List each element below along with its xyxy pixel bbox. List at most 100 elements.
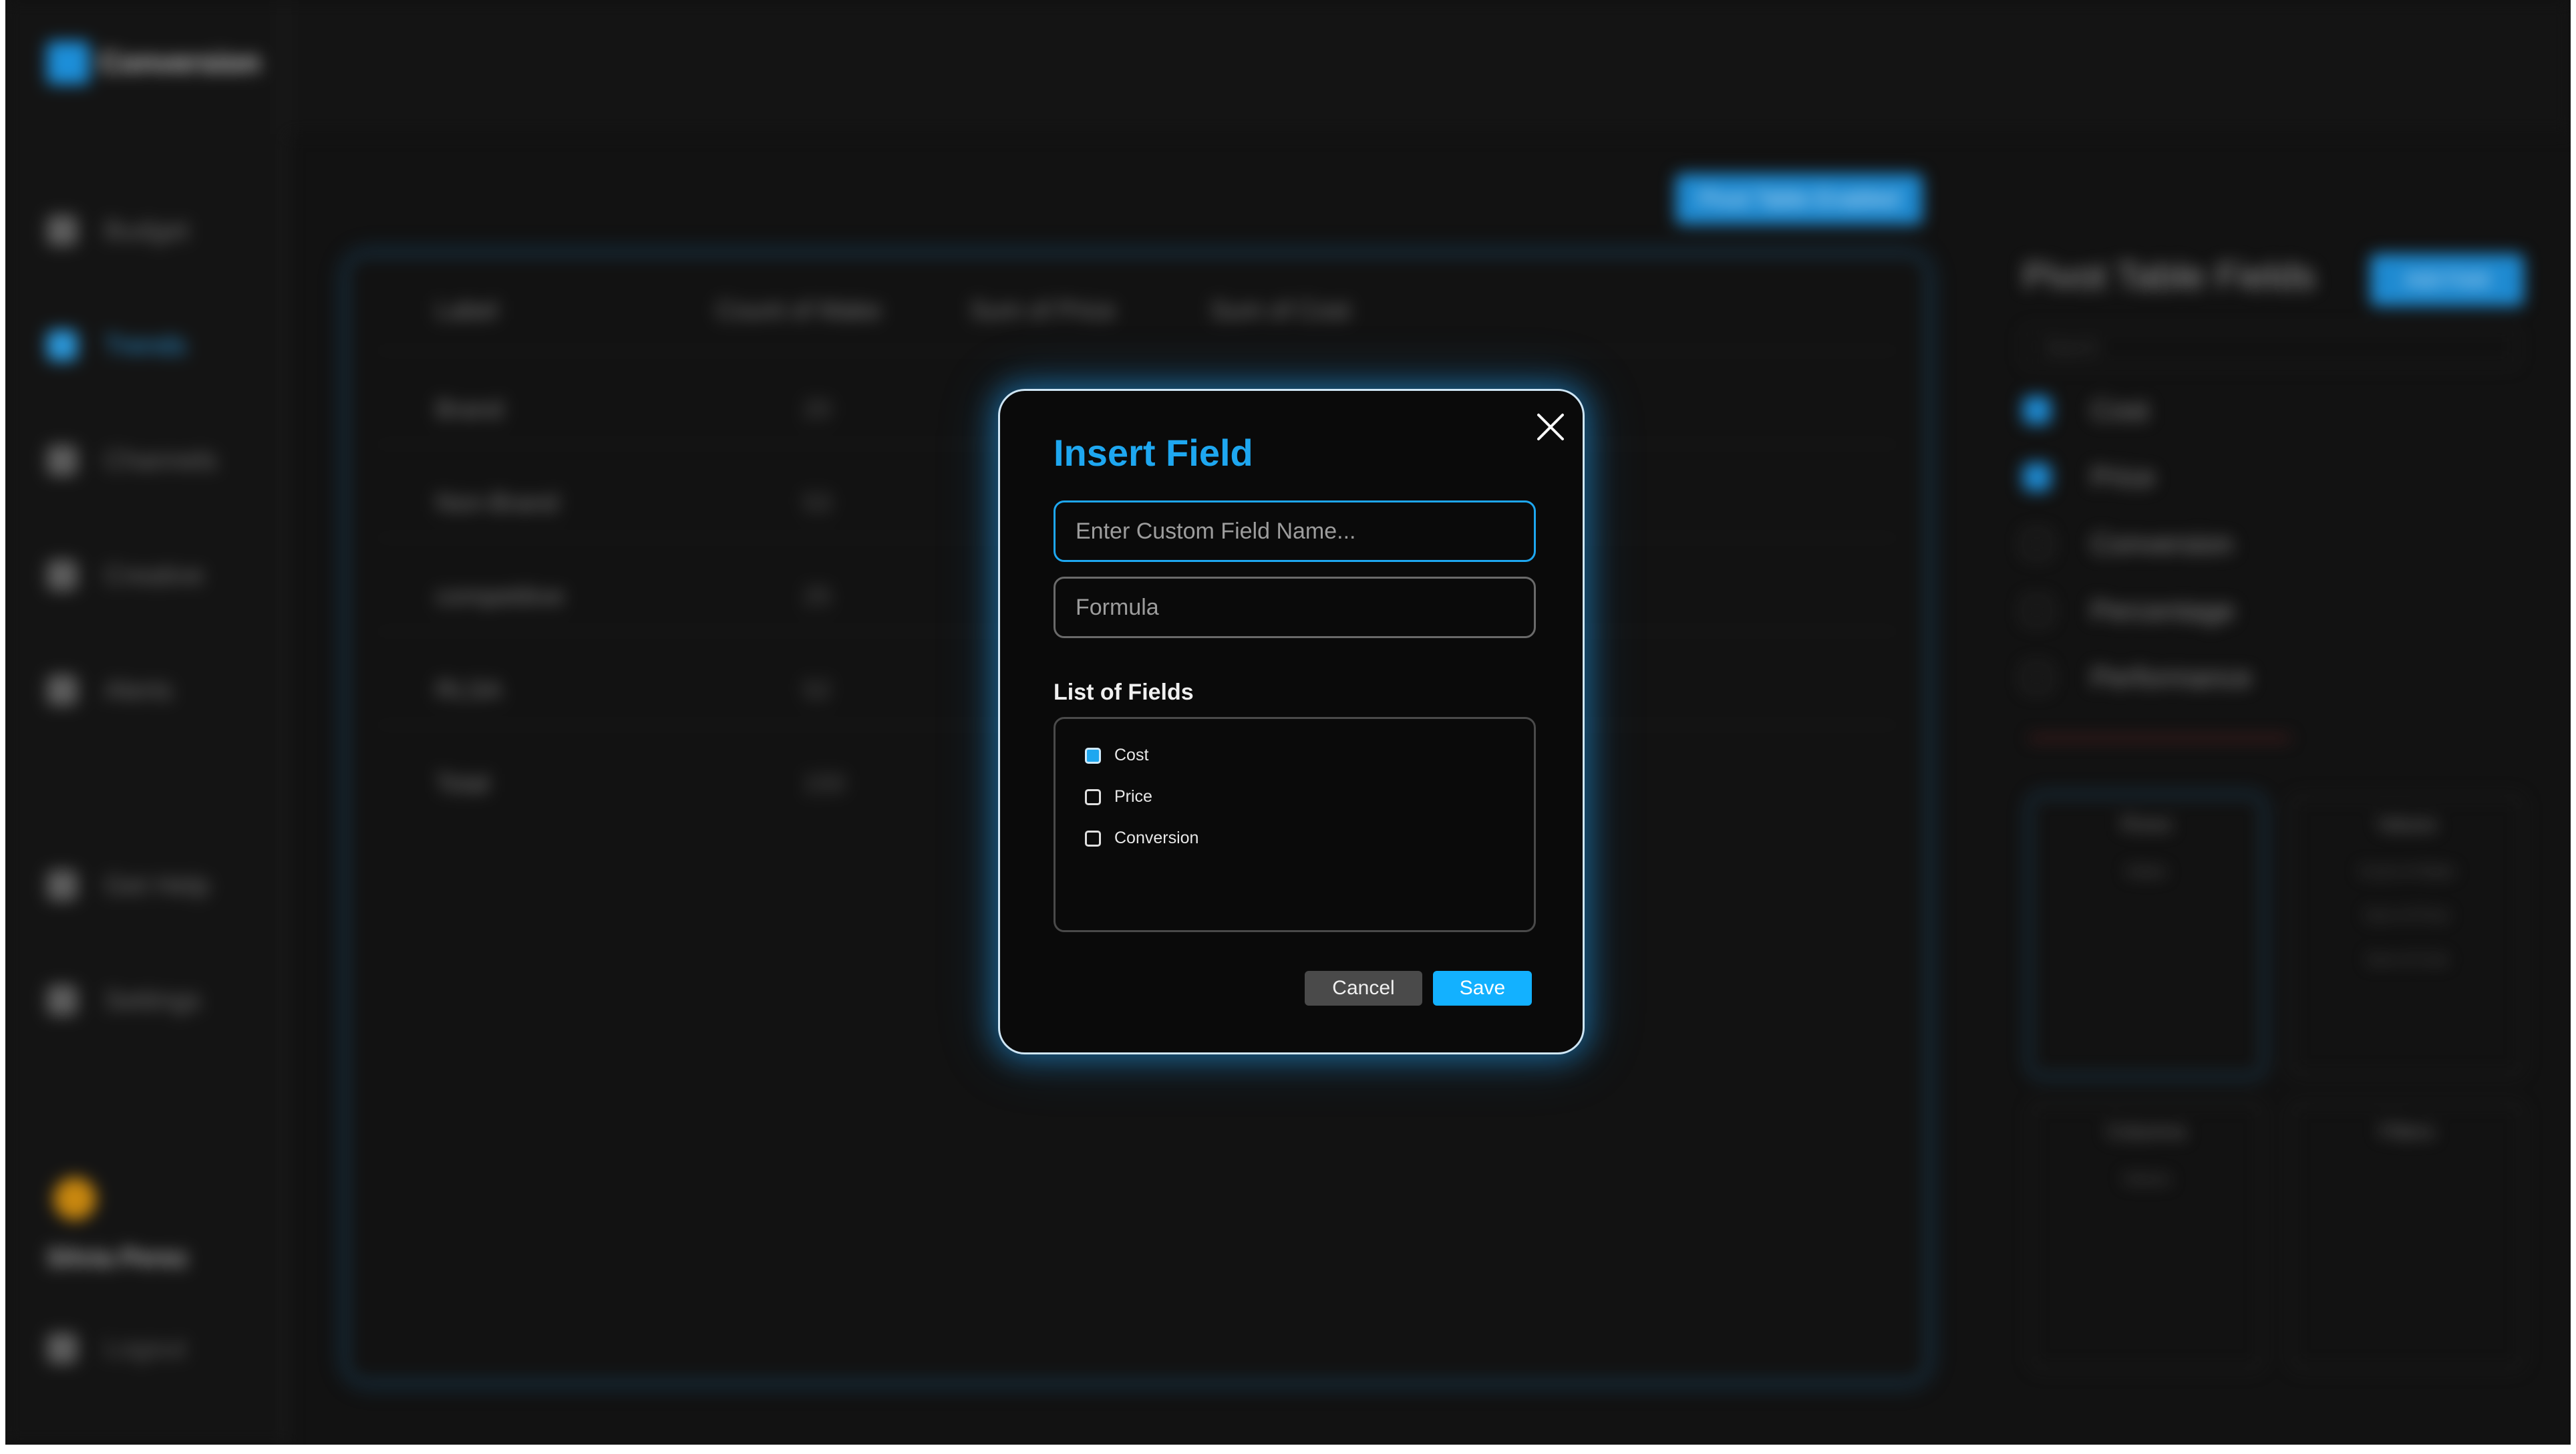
table-cell: 20 bbox=[803, 396, 832, 424]
checkbox[interactable] bbox=[1085, 788, 1101, 805]
sidebar-item-channels[interactable]: Channels bbox=[47, 445, 217, 476]
divider bbox=[2030, 736, 2290, 740]
zone-item[interactable]: Count of Make bbox=[2292, 863, 2522, 880]
pivot-search-input[interactable]: Search bbox=[2023, 327, 2517, 366]
sidebar-item-label: Channels bbox=[104, 445, 218, 475]
save-button[interactable]: Save bbox=[1433, 971, 1532, 1006]
list-item-cost[interactable]: Cost bbox=[1085, 746, 1148, 765]
sidebar-item-budget[interactable]: Budget bbox=[47, 215, 189, 246]
table-cell: 52 bbox=[803, 676, 832, 704]
user-name: Silvia Perez bbox=[47, 1244, 188, 1272]
insert-field-dialog: Insert Field List of Fields Cost Price C… bbox=[998, 389, 1585, 1054]
fields-list: Cost Price Conversion bbox=[1054, 717, 1536, 932]
table-cell: 53 bbox=[803, 489, 832, 517]
sidebar: Conversion Budget Trends Channels Creati… bbox=[5, 0, 287, 1445]
pivot-field-label: Performance bbox=[2091, 662, 2252, 693]
pivot-field-conversion[interactable]: Conversion bbox=[2023, 528, 2233, 560]
pivot-fields-panel: Pivot Table Fields Add Field Search Cost… bbox=[2023, 241, 2544, 1376]
cancel-button[interactable]: Cancel bbox=[1305, 971, 1422, 1006]
checkbox-checked[interactable] bbox=[1085, 747, 1101, 764]
checkbox[interactable] bbox=[1085, 830, 1101, 847]
zone-title: Rows bbox=[2121, 813, 2172, 835]
close-icon bbox=[1537, 414, 1564, 440]
pivot-field-percentage[interactable]: Percentage bbox=[2023, 595, 2235, 627]
zone-item[interactable]: Values bbox=[2032, 1170, 2261, 1189]
creative-icon bbox=[47, 560, 77, 591]
custom-field-name-input[interactable] bbox=[1054, 500, 1536, 562]
top-bar bbox=[287, 0, 2571, 134]
sidebar-item-trends[interactable]: Trends bbox=[47, 330, 186, 361]
pivot-field-label: Cost bbox=[2091, 394, 2149, 426]
sidebar-item-label: Get Help bbox=[104, 870, 210, 900]
table-row-label: RLSA bbox=[436, 676, 502, 704]
list-item-conversion[interactable]: Conversion bbox=[1085, 829, 1198, 848]
zone-title: Values bbox=[2377, 813, 2437, 835]
table-row-label: Brand bbox=[436, 396, 504, 424]
pivot-field-label: Conversion bbox=[2091, 528, 2233, 559]
table-row-label: competitive bbox=[436, 583, 565, 611]
app-name: Conversion bbox=[99, 46, 261, 79]
sidebar-item-get-help[interactable]: Get Help bbox=[47, 870, 210, 901]
logout-label: Logout bbox=[104, 1333, 186, 1363]
logout-button[interactable]: Logout bbox=[47, 1333, 186, 1364]
logo-icon bbox=[47, 41, 90, 84]
checkbox[interactable] bbox=[2023, 530, 2051, 558]
help-icon bbox=[47, 870, 77, 901]
table-header: Label bbox=[436, 297, 498, 325]
pivot-field-label: Price bbox=[2091, 461, 2155, 492]
alert-icon bbox=[47, 675, 77, 706]
logout-icon bbox=[47, 1333, 77, 1364]
pivot-field-performance[interactable]: Performance bbox=[2023, 662, 2251, 694]
table-header: Count of Make bbox=[716, 297, 882, 325]
pivot-field-label: Percentage bbox=[2091, 595, 2235, 626]
zone-item[interactable]: Sum of Price bbox=[2292, 907, 2522, 924]
row-divider bbox=[375, 350, 1899, 351]
add-field-button[interactable]: Add Field bbox=[2370, 254, 2524, 306]
pivot-field-cost[interactable]: Cost bbox=[2023, 394, 2148, 426]
sidebar-item-label: Creative bbox=[104, 560, 204, 590]
rows-zone[interactable]: Rows Make bbox=[2030, 795, 2263, 1076]
close-button[interactable] bbox=[1533, 410, 1568, 444]
zone-item[interactable]: Make bbox=[2032, 863, 2261, 881]
sidebar-item-label: Settings bbox=[104, 985, 201, 1015]
checkbox[interactable] bbox=[2023, 597, 2051, 625]
zone-title: Columns bbox=[2106, 1121, 2187, 1143]
checkbox[interactable] bbox=[2023, 463, 2051, 491]
chart-icon bbox=[47, 330, 77, 361]
sidebar-item-creative[interactable]: Creative bbox=[47, 560, 204, 591]
avatar[interactable] bbox=[53, 1177, 96, 1220]
channels-icon bbox=[47, 445, 77, 476]
values-zone[interactable]: Values Count of Make Sum of Price Sum of… bbox=[2290, 795, 2524, 1076]
list-item-label: Price bbox=[1114, 787, 1152, 806]
list-of-fields-label: List of Fields bbox=[1054, 680, 1194, 705]
table-cell: 150 bbox=[803, 770, 846, 798]
table-header: Sum of Cost bbox=[1211, 297, 1351, 325]
table-row-label: Total bbox=[436, 770, 490, 798]
app-window: Conversion Budget Trends Channels Creati… bbox=[5, 0, 2571, 1445]
checkbox[interactable] bbox=[2023, 396, 2051, 424]
list-item-label: Conversion bbox=[1114, 829, 1199, 847]
table-cell: 25 bbox=[803, 583, 832, 611]
sidebar-item-label: Trends bbox=[104, 330, 187, 360]
sidebar-item-label: Alerts bbox=[104, 675, 173, 705]
list-item-price[interactable]: Price bbox=[1085, 787, 1152, 807]
sidebar-item-label: Budget bbox=[104, 215, 189, 245]
pivot-panel-title: Pivot Table Fields bbox=[2023, 255, 2315, 297]
filters-zone[interactable]: Filters bbox=[2290, 1103, 2524, 1370]
checkbox[interactable] bbox=[2023, 664, 2051, 692]
columns-zone[interactable]: Columns Values bbox=[2030, 1103, 2263, 1370]
zone-item[interactable]: Sum of Cost bbox=[2292, 951, 2522, 968]
dashboard-icon bbox=[47, 215, 77, 246]
zone-title: Filters bbox=[2380, 1121, 2434, 1143]
sidebar-item-alerts[interactable]: Alerts bbox=[47, 675, 172, 706]
table-row-label: Non-Brand bbox=[436, 489, 558, 517]
settings-icon bbox=[47, 985, 77, 1016]
app-logo: Conversion bbox=[47, 41, 261, 84]
dialog-title: Insert Field bbox=[1054, 432, 1253, 474]
table-header: Sum of Price bbox=[970, 297, 1116, 325]
pivot-field-price[interactable]: Price bbox=[2023, 461, 2155, 493]
sidebar-item-settings[interactable]: Settings bbox=[47, 985, 201, 1016]
list-item-label: Cost bbox=[1114, 746, 1149, 764]
pivot-table-button[interactable]: Pivot Table Enabled bbox=[1675, 174, 1923, 225]
formula-input[interactable] bbox=[1054, 577, 1536, 638]
